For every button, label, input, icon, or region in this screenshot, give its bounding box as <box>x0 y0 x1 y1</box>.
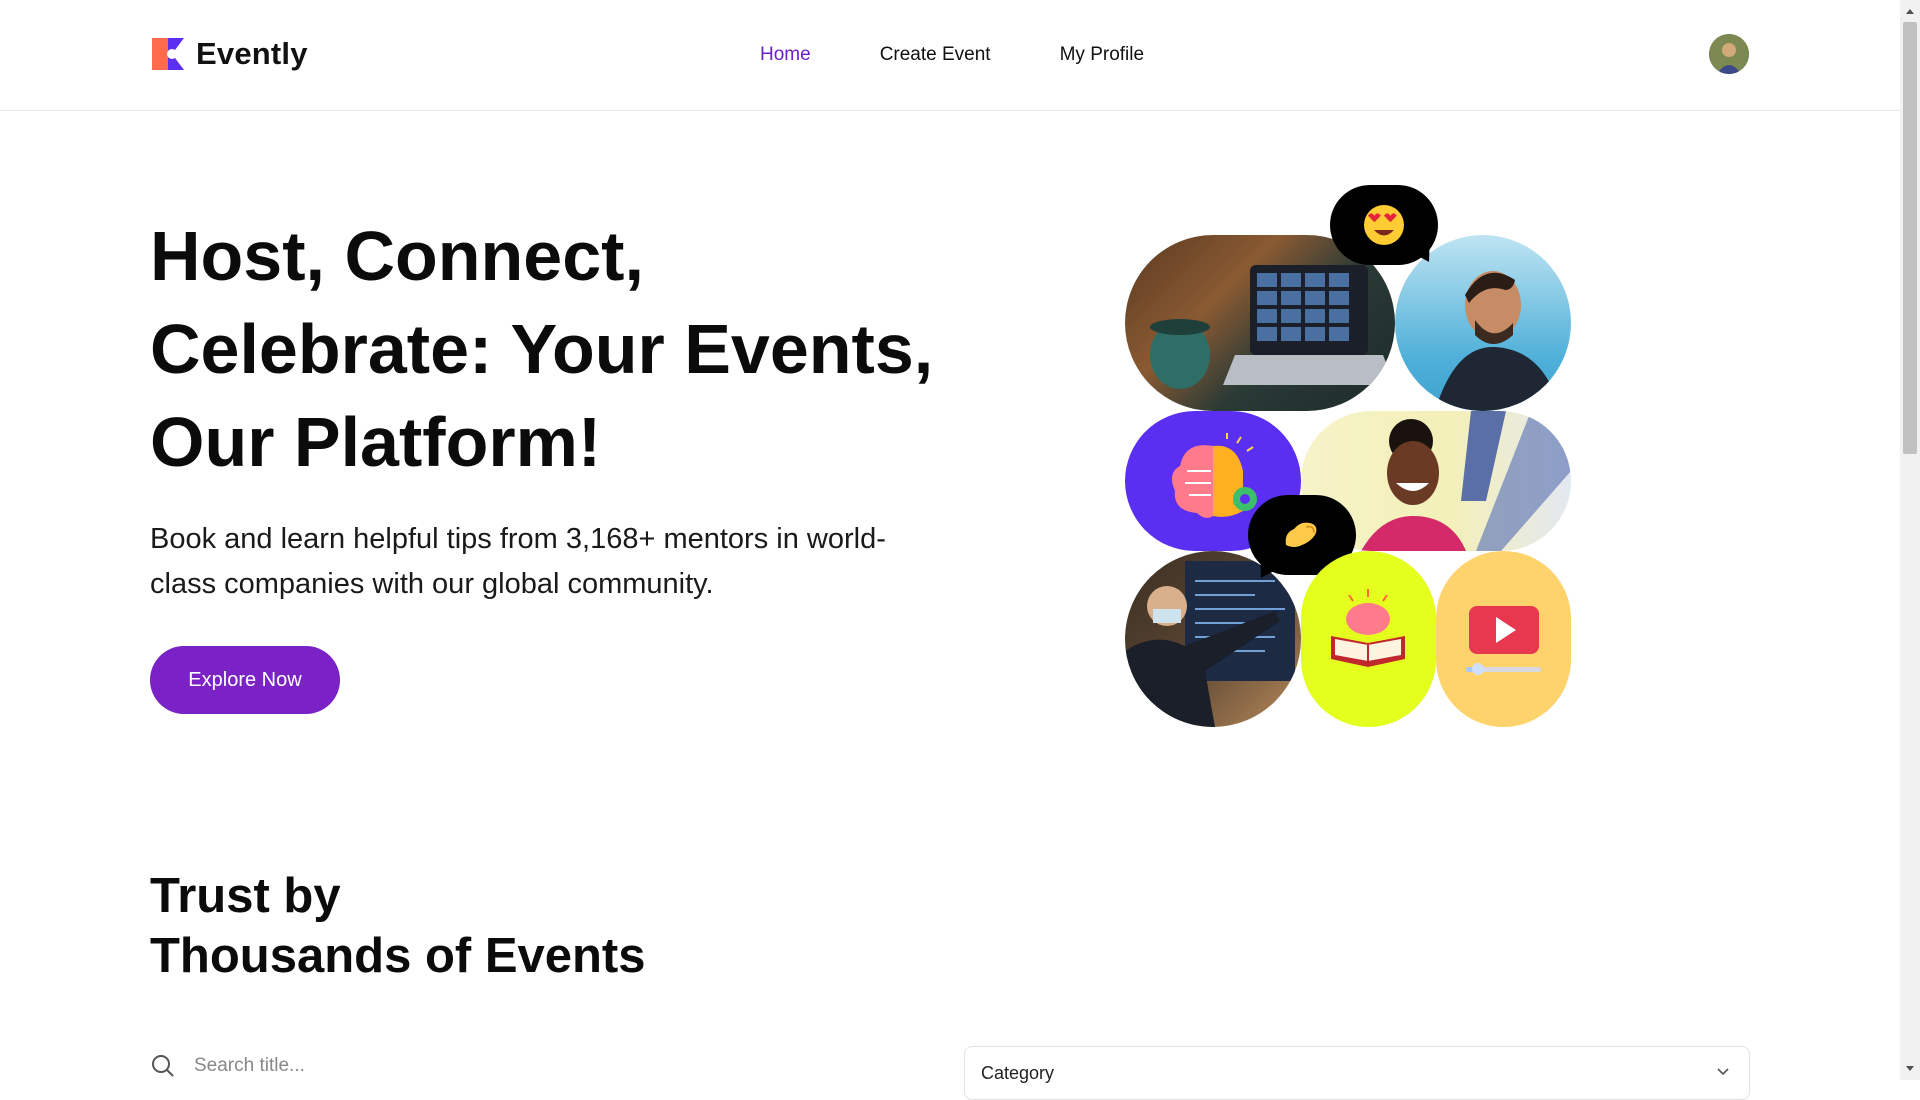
presenter-photo <box>1125 551 1301 727</box>
hero-title-line-3: Our Platform! <box>150 403 602 481</box>
brand-name: Evently <box>196 36 308 71</box>
presenter-illustration <box>1125 561 1295 727</box>
brain-book-tile <box>1301 551 1436 727</box>
top-navbar: Evently Home Create Event My Profile <box>0 0 1900 111</box>
video-play-icon <box>1466 606 1541 675</box>
section-title-line-1: Trust by <box>150 869 341 923</box>
nav-create-event[interactable]: Create Event <box>880 44 991 66</box>
hero-title-line-1: Host, Connect, <box>150 217 644 295</box>
main-nav: Home Create Event My Profile <box>760 44 1144 66</box>
nav-home[interactable]: Home <box>760 44 811 66</box>
hero-collage <box>1125 185 1575 730</box>
nav-my-profile[interactable]: My Profile <box>1060 44 1144 66</box>
hero-subtitle: Book and learn helpful tips from 3,168+ … <box>150 523 886 600</box>
page-scrollbar[interactable] <box>1900 0 1920 1080</box>
scroll-up-arrow-icon[interactable] <box>1900 2 1920 20</box>
search-icon <box>152 1055 174 1077</box>
pinch-hand-emoji <box>1285 522 1317 547</box>
section-title: Trust by Thousands of Events <box>150 866 646 986</box>
avatar-image <box>1709 34 1749 74</box>
section-title-line-2: Thousands of Events <box>150 929 646 983</box>
brain-book-icon <box>1331 589 1405 667</box>
search-input[interactable] <box>192 1054 696 1078</box>
scrollbar-thumb[interactable] <box>1903 22 1917 454</box>
explore-now-button[interactable]: Explore Now <box>150 646 340 714</box>
evently-logo-icon <box>152 38 184 70</box>
brand-logo[interactable]: Evently <box>150 34 308 74</box>
user-avatar[interactable] <box>1709 34 1749 74</box>
chevron-down-icon <box>1717 1068 1729 1076</box>
heart-eyes-emoji <box>1364 205 1404 245</box>
category-label: Category <box>981 1063 1055 1083</box>
video-player-tile <box>1436 551 1571 727</box>
scroll-down-arrow-icon[interactable] <box>1900 1060 1920 1078</box>
search-bar <box>150 1046 750 1086</box>
hero-title: Host, Connect, Celebrate: Your Events, O… <box>150 210 970 489</box>
hero-title-line-2: Celebrate: Your Events, <box>150 310 934 388</box>
category-select[interactable]: Category <box>964 1046 1750 1100</box>
